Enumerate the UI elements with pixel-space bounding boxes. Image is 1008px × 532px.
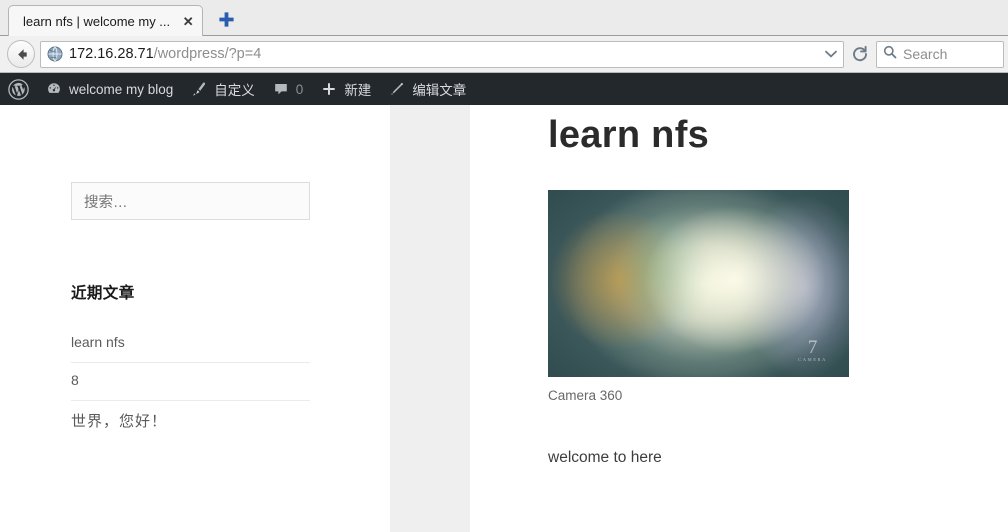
photo-watermark: 7 CAMERA: [798, 338, 827, 363]
tab-title: learn nfs | welcome my ...: [23, 13, 171, 29]
page-body: 搜索… 近期文章 learn nfs 8 世界，您好！ learn nfs 7 …: [0, 105, 1008, 532]
reload-icon[interactable]: [847, 41, 873, 67]
photo-watermark-number: 7: [807, 337, 818, 359]
post-figure: 7 CAMERA Camera 360: [548, 159, 968, 403]
chevron-down-icon[interactable]: [825, 50, 837, 59]
admin-bar-item-customize[interactable]: 自定义: [182, 73, 264, 105]
admin-bar-item-new[interactable]: 新建: [312, 73, 380, 105]
wp-admin-bar: welcome my blog 自定义 0 新建 编辑文章: [0, 73, 1008, 105]
navigation-toolbar: 172.16.28.71/wordpress/?p=4 Search: [0, 36, 1008, 73]
search-input-placeholder: 搜索…: [84, 194, 128, 211]
wordpress-logo-icon[interactable]: [2, 73, 37, 105]
browser-tab[interactable]: learn nfs | welcome my ... ✕: [8, 5, 204, 36]
search-icon: [883, 45, 897, 64]
url-path: /wordpress/?p=4: [153, 46, 262, 62]
main-content: learn nfs 7 CAMERA Camera 360 welcome to…: [548, 105, 968, 467]
browser-search-input[interactable]: Search: [876, 40, 1004, 68]
url-text: 172.16.28.71/wordpress/?p=4: [69, 46, 262, 62]
browser-window: learn nfs | welcome my ... ✕ 172.16.28.7…: [0, 0, 1008, 532]
recent-posts-list: learn nfs 8 世界，您好！: [71, 325, 310, 441]
plus-icon: [321, 81, 337, 97]
recent-posts-widget: 近期文章 learn nfs 8 世界，您好！: [71, 281, 311, 441]
recent-post-link[interactable]: learn nfs: [71, 334, 125, 350]
admin-bar-item-edit-post[interactable]: 编辑文章: [380, 73, 475, 105]
search-widget: 搜索…: [71, 182, 311, 220]
admin-bar-edit-post-label: 编辑文章: [412, 83, 467, 98]
tab-strip: learn nfs | welcome my ... ✕: [0, 0, 1008, 36]
new-tab-icon[interactable]: [215, 8, 237, 30]
admin-bar-item-site-name[interactable]: welcome my blog: [37, 73, 182, 105]
photo-watermark-text: CAMERA: [798, 357, 827, 363]
list-item[interactable]: 世界，您好！: [71, 401, 310, 441]
close-icon[interactable]: ✕: [180, 13, 196, 29]
admin-bar-customize-label: 自定义: [214, 83, 255, 98]
admin-bar-site-name-label: welcome my blog: [69, 81, 174, 97]
widget-title: 近期文章: [71, 285, 135, 302]
admin-bar-new-label: 新建: [344, 83, 372, 98]
admin-bar-comment-count: 0: [295, 81, 304, 97]
recent-post-link[interactable]: 世界，您好！: [71, 410, 167, 431]
list-item[interactable]: 8: [71, 363, 310, 401]
back-button[interactable]: [7, 40, 35, 68]
post-body-text: welcome to here: [548, 448, 662, 466]
post-image: 7 CAMERA: [548, 189, 849, 377]
column-divider: [390, 105, 470, 532]
url-bar[interactable]: 172.16.28.71/wordpress/?p=4: [40, 40, 844, 68]
pencil-icon: [389, 81, 405, 97]
admin-bar-item-comments[interactable]: 0: [264, 73, 313, 105]
sidebar: 搜索… 近期文章 learn nfs 8 世界，您好！: [71, 105, 311, 441]
comment-icon: [273, 81, 289, 97]
page-title: learn nfs: [548, 114, 710, 156]
brush-icon: [191, 81, 207, 97]
browser-search-placeholder: Search: [903, 46, 948, 62]
search-input[interactable]: 搜索…: [71, 182, 310, 220]
image-caption: Camera 360: [548, 387, 623, 403]
recent-post-link[interactable]: 8: [71, 372, 79, 388]
dashboard-icon: [46, 81, 62, 97]
list-item[interactable]: learn nfs: [71, 325, 310, 363]
globe-icon: [47, 46, 63, 62]
